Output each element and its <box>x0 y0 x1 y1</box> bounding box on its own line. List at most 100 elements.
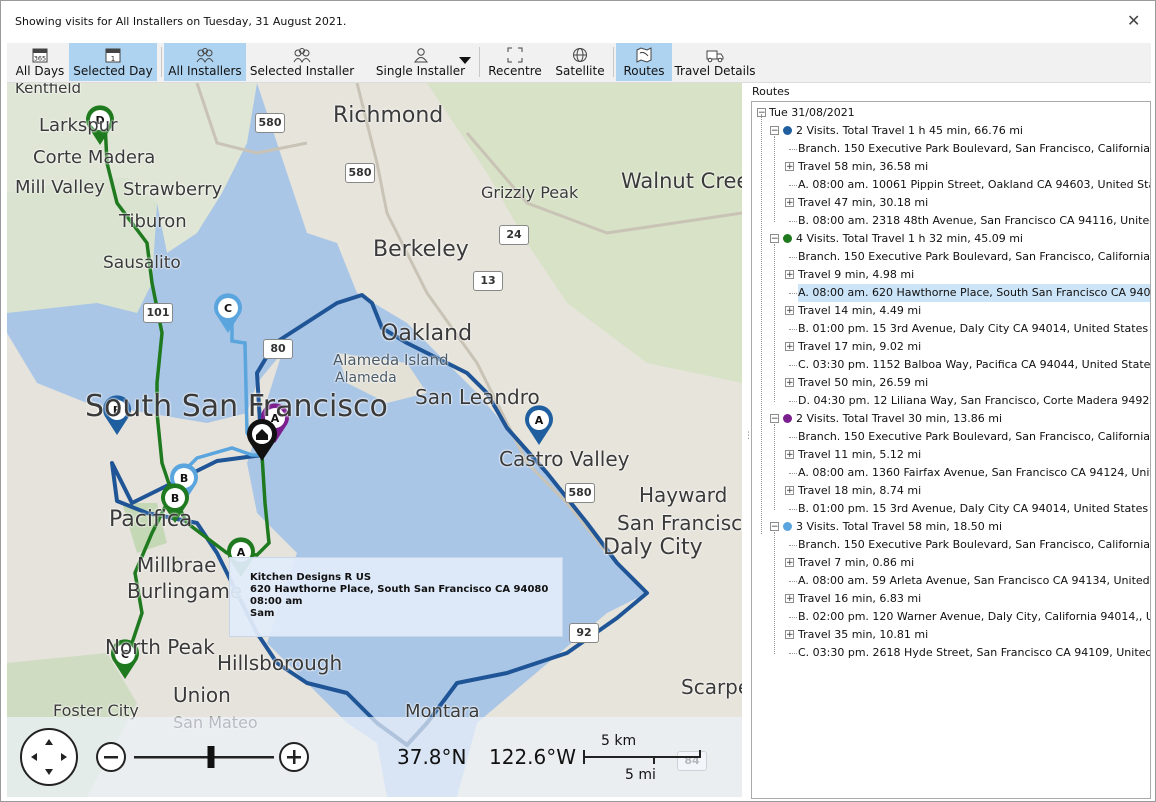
tree-visit-node[interactable]: B. 01:00 pm. 15 3rd Avenue, Daly City CA… <box>798 500 1148 518</box>
panel-splitter[interactable]: ⋮ <box>744 431 753 443</box>
map-view[interactable]: DCBAABBAC Kentfield Larkspur Corte Madera M… <box>7 83 742 797</box>
tree-route-node[interactable]: 2 Visits. Total Travel 30 min, 13.86 mi <box>783 410 1002 428</box>
tree-visit-node[interactable]: Branch. 150 Executive Park Boulevard, Sa… <box>798 140 1150 158</box>
place-label: Grizzly Peak <box>481 183 579 202</box>
zoom-out-button[interactable] <box>96 742 126 772</box>
group-icon <box>293 47 311 63</box>
tree-travel-node[interactable]: Travel 17 min, 9.02 mi <box>798 338 921 356</box>
marker-letter: C <box>224 302 232 315</box>
expand-travel-icon[interactable]: + <box>785 162 794 172</box>
place-label: San Francisco <box>617 511 742 535</box>
popup-time: 08:00 am <box>250 596 303 607</box>
tree-travel-node[interactable]: Travel 7 min, 0.86 mi <box>798 554 914 572</box>
recentre-label: Recentre <box>488 64 542 78</box>
collapse-route-icon[interactable]: − <box>770 126 779 136</box>
expand-travel-icon[interactable]: + <box>785 486 794 496</box>
place-label: Pacifica <box>109 507 193 532</box>
tree-visit-node[interactable]: A. 08:00 am. 59 Arleta Avenue, San Franc… <box>798 572 1150 590</box>
truck-icon <box>706 47 724 63</box>
tree-visit-node[interactable]: B. 08:00 am. 2318 48th Avenue, San Franc… <box>798 212 1150 230</box>
place-label: Union <box>173 683 231 707</box>
pan-control-icon[interactable] <box>20 728 78 786</box>
scale-km-label: 5 km <box>601 733 637 749</box>
tree-visit-node[interactable]: Branch. 150 Executive Park Boulevard, Sa… <box>798 536 1150 554</box>
tree-visit-node[interactable]: C. 03:30 pm. 1152 Balboa Way, Pacifica C… <box>798 356 1150 374</box>
toolbar: 365 All Days 1 Selected Day All Installers Se… <box>7 43 1151 83</box>
map-icon <box>636 47 652 63</box>
tree-visit-node[interactable]: C. 03:30 pm. 2618 Hyde Street, San Franc… <box>798 644 1150 662</box>
place-label: Strawberry <box>123 179 223 200</box>
routes-tree[interactable]: − Tue 31/08/2021 − 2 Visits. Total Travel 1… <box>751 101 1151 799</box>
scale-bar <box>583 750 701 764</box>
calendar-365-icon: 365 <box>32 47 48 63</box>
expand-travel-icon[interactable]: + <box>785 306 794 316</box>
marker-letter: B <box>171 492 179 505</box>
highway-shield-icon: 580 <box>565 483 595 503</box>
expand-travel-icon[interactable]: + <box>785 450 794 460</box>
collapse-route-icon[interactable]: − <box>770 234 779 244</box>
expand-travel-icon[interactable]: + <box>785 630 794 640</box>
all-installers-button[interactable]: All Installers <box>164 43 246 81</box>
recentre-icon <box>507 47 523 63</box>
recentre-button[interactable]: Recentre <box>483 43 547 81</box>
highway-shield-icon: 92 <box>569 623 599 643</box>
single-installer-dropdown-icon[interactable] <box>459 57 471 64</box>
tree-route-node[interactable]: 3 Visits. Total Travel 58 min, 18.50 mi <box>783 518 1002 536</box>
expand-travel-icon[interactable]: + <box>785 342 794 352</box>
route-color-dot <box>783 522 792 531</box>
tree-travel-node[interactable]: Travel 11 min, 5.12 mi <box>798 446 921 464</box>
routes-panel-label: Routes <box>752 85 790 98</box>
place-label: Kentfield <box>15 83 82 97</box>
tree-travel-node[interactable]: Travel 9 min, 4.98 mi <box>798 266 914 284</box>
collapse-route-icon[interactable]: − <box>770 522 779 532</box>
tree-travel-node[interactable]: Travel 50 min, 26.59 mi <box>798 374 928 392</box>
selected-installer-button[interactable]: Selected Installer <box>246 43 358 81</box>
place-label: Larkspur <box>39 115 118 136</box>
tree-route-node[interactable]: 4 Visits. Total Travel 1 h 32 min, 45.09… <box>783 230 1023 248</box>
route-summary: 3 Visits. Total Travel 58 min, 18.50 mi <box>796 520 1003 533</box>
routes-button[interactable]: Routes <box>616 43 672 81</box>
all-days-button[interactable]: 365 All Days <box>11 43 69 81</box>
tree-route-node[interactable]: 2 Visits. Total Travel 1 h 45 min, 66.76… <box>783 122 1023 140</box>
close-icon[interactable]: ✕ <box>1127 11 1140 30</box>
tree-travel-node[interactable]: Travel 18 min, 8.74 mi <box>798 482 921 500</box>
visit-marker-c-icon[interactable]: C <box>214 293 242 333</box>
toolbar-separator <box>479 47 480 77</box>
tree-travel-node[interactable]: Travel 14 min, 4.49 mi <box>798 302 921 320</box>
expand-travel-icon[interactable]: + <box>785 378 794 388</box>
tree-visit-node[interactable]: A. 08:00 am. 620 Hawthorne Place, South … <box>798 284 1150 302</box>
zoom-slider[interactable] <box>134 746 274 768</box>
place-label: Richmond <box>333 103 444 128</box>
tree-travel-node[interactable]: Travel 47 min, 30.18 mi <box>798 194 928 212</box>
expand-travel-icon[interactable]: + <box>785 270 794 280</box>
window-title: Showing visits for All Installers on Tue… <box>15 15 347 28</box>
expand-travel-icon[interactable]: + <box>785 558 794 568</box>
tree-visit-node[interactable]: A. 08:00 am. 1360 Fairfax Avenue, San Fr… <box>798 464 1150 482</box>
place-label: Oakland <box>381 321 473 346</box>
route-color-dot <box>783 414 792 423</box>
travel-details-button[interactable]: Travel Details <box>672 43 758 81</box>
tree-travel-node[interactable]: Travel 16 min, 6.83 mi <box>798 590 921 608</box>
tree-travel-node[interactable]: Travel 58 min, 36.58 mi <box>798 158 928 176</box>
person-icon <box>413 47 429 63</box>
expand-travel-icon[interactable]: + <box>785 594 794 604</box>
tree-visit-node[interactable]: Branch. 150 Executive Park Boulevard, Sa… <box>798 248 1150 266</box>
tree-date-node[interactable]: Tue 31/08/2021 <box>769 104 855 122</box>
collapse-route-icon[interactable]: − <box>770 414 779 424</box>
tree-visit-node[interactable]: Branch. 150 Executive Park Boulevard, Sa… <box>798 428 1150 446</box>
highway-shield-icon: 580 <box>345 163 375 183</box>
all-installers-label: All Installers <box>168 64 242 78</box>
tree-visit-node[interactable]: D. 04:30 pm. 12 Liliana Way, San Francis… <box>798 392 1150 410</box>
place-label: Alameda Island <box>333 351 449 369</box>
satellite-label: Satellite <box>555 64 605 78</box>
selected-day-button[interactable]: 1 Selected Day <box>69 43 157 81</box>
scale-mi-label: 5 mi <box>625 767 656 783</box>
tree-visit-node[interactable]: B. 01:00 pm. 15 3rd Avenue, Daly City CA… <box>798 320 1148 338</box>
zoom-in-button[interactable] <box>279 742 309 772</box>
tree-travel-node[interactable]: Travel 35 min, 10.81 mi <box>798 626 928 644</box>
tree-visit-node[interactable]: A. 08:00 am. 10061 Pippin Street, Oaklan… <box>798 176 1150 194</box>
expand-travel-icon[interactable]: + <box>785 198 794 208</box>
satellite-button[interactable]: Satellite <box>547 43 613 81</box>
toolbar-separator <box>613 47 614 77</box>
tree-visit-node[interactable]: B. 02:00 pm. 120 Warner Avenue, Daly Cit… <box>798 608 1150 626</box>
